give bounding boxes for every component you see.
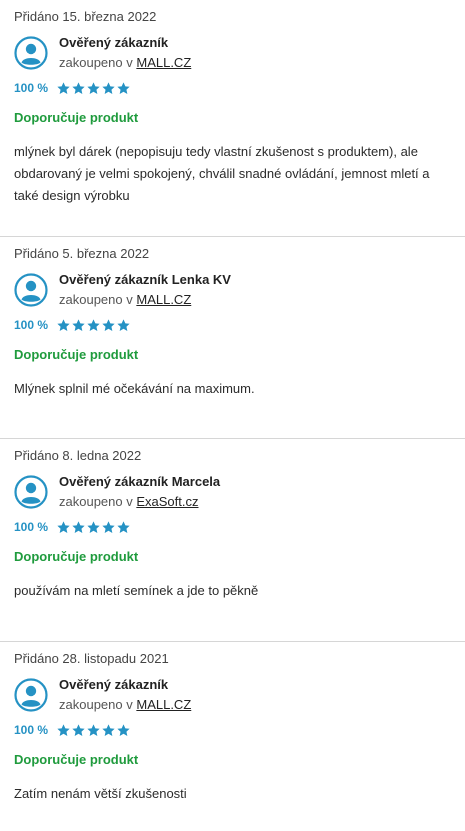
review-item: Přidáno 5. března 2022 Ověřený zákazník … bbox=[0, 237, 465, 439]
shop-link[interactable]: MALL.CZ bbox=[136, 292, 191, 307]
star-icon bbox=[72, 723, 85, 736]
star-icon bbox=[102, 520, 115, 533]
star-rating bbox=[56, 318, 131, 333]
shop-link[interactable]: MALL.CZ bbox=[136, 697, 191, 712]
rating-percent: 100 % bbox=[14, 520, 49, 534]
review-author: Ověřený zákazník Lenka KV bbox=[59, 272, 231, 287]
review-list: Přidáno 15. března 2022 Ověřený zákazník… bbox=[0, 0, 465, 831]
star-icon bbox=[87, 318, 100, 331]
review-date: Přidáno 15. března 2022 bbox=[14, 9, 157, 24]
rating-percent: 100 % bbox=[14, 318, 49, 332]
star-icon bbox=[57, 81, 70, 94]
shop-link[interactable]: ExaSoft.cz bbox=[136, 494, 198, 509]
shop-link[interactable]: MALL.CZ bbox=[136, 55, 191, 70]
recommend-label: Doporučuje produkt bbox=[14, 752, 139, 767]
review-text: Mlýnek splnil mé očekávání na maximum. bbox=[14, 381, 255, 396]
rating-row: 100 % bbox=[14, 722, 451, 738]
star-icon bbox=[87, 81, 100, 94]
star-icon bbox=[57, 520, 70, 533]
user-avatar-icon bbox=[14, 273, 48, 307]
recommend-label: Doporučuje produkt bbox=[14, 549, 139, 564]
star-icon bbox=[72, 318, 85, 331]
user-avatar-icon bbox=[14, 36, 48, 70]
purchase-source: zakoupeno v MALL.CZ bbox=[59, 55, 192, 70]
rating-row: 100 % bbox=[14, 519, 451, 535]
review-text: Zatím nenám větší zkušenosti bbox=[14, 786, 187, 801]
review-author-row: Ověřený zákazník zakoupeno v MALL.CZ bbox=[14, 676, 451, 714]
review-date: Přidáno 8. ledna 2022 bbox=[14, 448, 142, 463]
review-item: Přidáno 15. března 2022 Ověřený zákazník… bbox=[0, 0, 465, 237]
star-icon bbox=[117, 723, 130, 736]
review-item: Přidáno 28. listopadu 2021 Ověřený zákaz… bbox=[0, 642, 465, 831]
star-icon bbox=[102, 81, 115, 94]
star-rating bbox=[56, 520, 131, 535]
recommend-label: Doporučuje produkt bbox=[14, 347, 139, 362]
star-icon bbox=[117, 318, 130, 331]
rating-percent: 100 % bbox=[14, 723, 49, 737]
star-icon bbox=[72, 81, 85, 94]
review-author: Ověřený zákazník Marcela bbox=[59, 474, 221, 489]
star-icon bbox=[102, 723, 115, 736]
review-author: Ověřený zákazník bbox=[59, 35, 169, 50]
purchase-source: zakoupeno v ExaSoft.cz bbox=[59, 494, 199, 509]
purchase-source: zakoupeno v MALL.CZ bbox=[59, 697, 192, 712]
review-author-row: Ověřený zákazník Lenka KV zakoupeno v MA… bbox=[14, 271, 451, 309]
review-date: Přidáno 28. listopadu 2021 bbox=[14, 651, 169, 666]
review-item: Přidáno 8. ledna 2022 Ověřený zákazník M… bbox=[0, 439, 465, 642]
user-avatar-icon bbox=[14, 475, 48, 509]
star-icon bbox=[117, 520, 130, 533]
star-icon bbox=[57, 318, 70, 331]
purchase-source: zakoupeno v MALL.CZ bbox=[59, 292, 192, 307]
rating-row: 100 % bbox=[14, 80, 451, 96]
star-icon bbox=[87, 520, 100, 533]
user-avatar-icon bbox=[14, 678, 48, 712]
star-rating bbox=[56, 81, 131, 96]
star-icon bbox=[57, 723, 70, 736]
star-icon bbox=[72, 520, 85, 533]
review-author: Ověřený zákazník bbox=[59, 677, 169, 692]
recommend-label: Doporučuje produkt bbox=[14, 110, 139, 125]
rating-row: 100 % bbox=[14, 317, 451, 333]
star-icon bbox=[117, 81, 130, 94]
review-author-row: Ověřený zákazník zakoupeno v MALL.CZ bbox=[14, 34, 451, 72]
rating-percent: 100 % bbox=[14, 81, 49, 95]
review-text: používám na mletí semínek a jde to pěkně bbox=[14, 583, 259, 598]
star-icon bbox=[102, 318, 115, 331]
review-date: Přidáno 5. března 2022 bbox=[14, 246, 150, 261]
star-rating bbox=[56, 723, 131, 738]
review-author-row: Ověřený zákazník Marcela zakoupeno v Exa… bbox=[14, 473, 451, 511]
star-icon bbox=[87, 723, 100, 736]
review-text: mlýnek byl dárek (nepopisuju tedy vlastn… bbox=[14, 144, 430, 203]
